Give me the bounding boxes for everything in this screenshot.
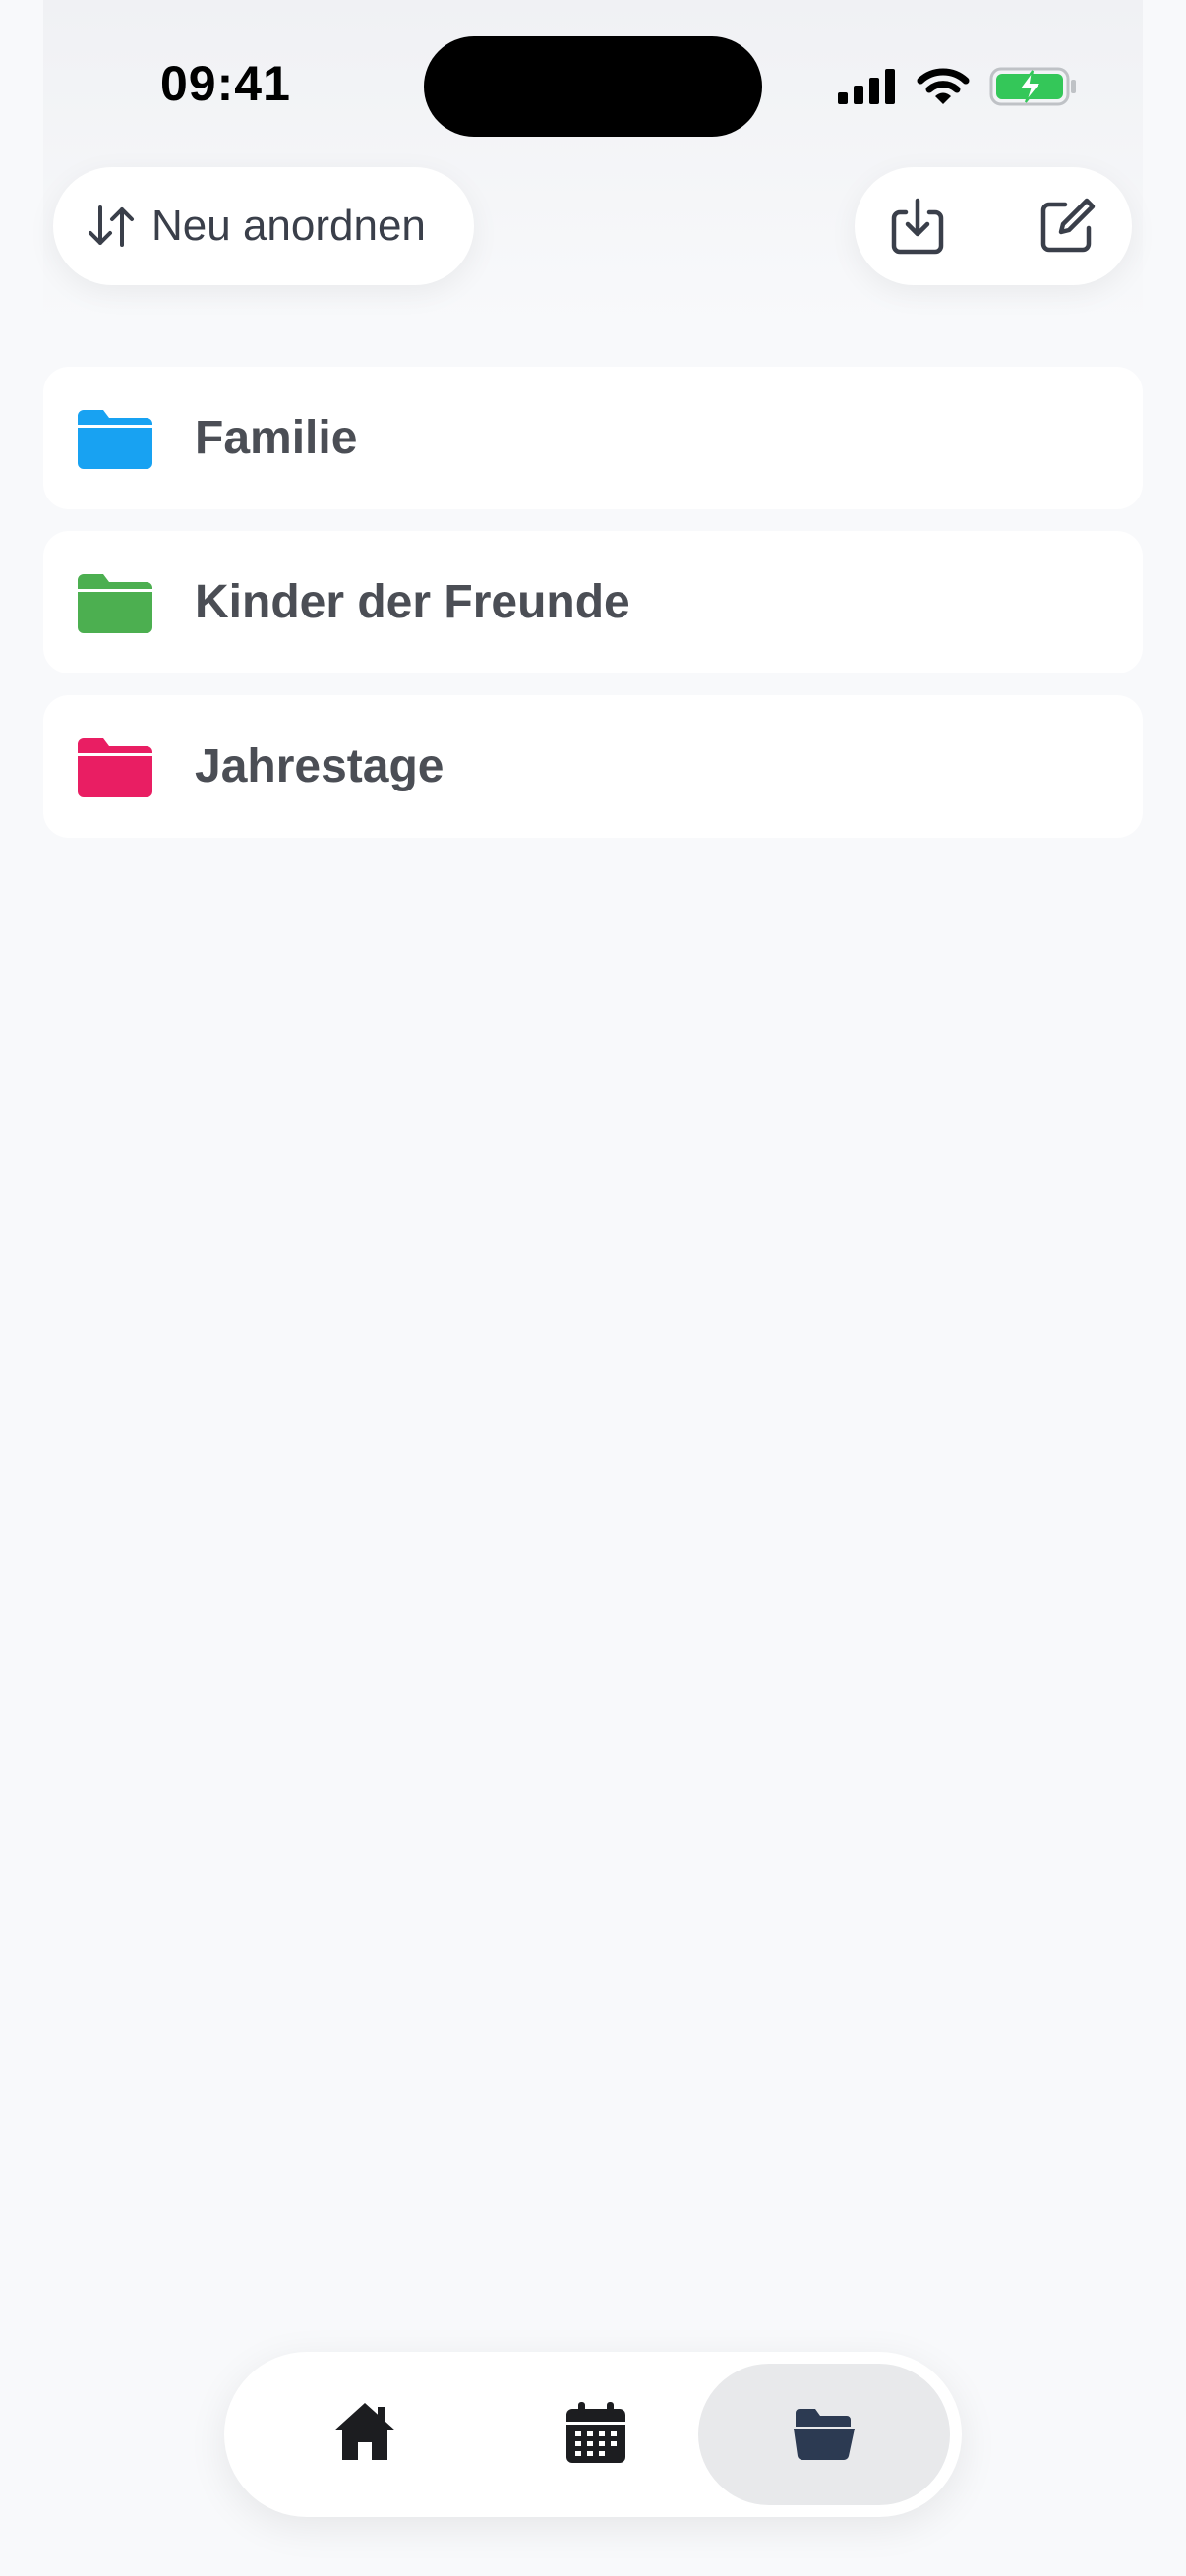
tab-calendar[interactable] xyxy=(467,2364,719,2505)
actions-pill xyxy=(855,167,1132,285)
status-icons xyxy=(838,63,1080,110)
folder-icon xyxy=(78,738,152,797)
reorder-label: Neu anordnen xyxy=(151,202,426,250)
folder-icon xyxy=(78,574,152,633)
reorder-button[interactable]: Neu anordnen xyxy=(53,167,474,285)
folder-label: Familie xyxy=(195,412,358,464)
tab-home[interactable] xyxy=(236,2364,488,2505)
house-icon xyxy=(334,2403,395,2460)
folder-row-familie[interactable]: Familie xyxy=(43,367,1143,509)
status-time: 09:41 xyxy=(160,56,291,111)
download-tray-icon[interactable] xyxy=(886,195,949,258)
cellular-signal-icon xyxy=(838,69,895,104)
folder-label: Kinder der Freunde xyxy=(195,576,630,628)
folder-icon xyxy=(78,410,152,469)
folder-row-kinder-der-freunde[interactable]: Kinder der Freunde xyxy=(43,531,1143,673)
calendar-icon xyxy=(566,2402,625,2463)
folder-row-jahrestage[interactable]: Jahrestage xyxy=(43,695,1143,838)
wifi-icon xyxy=(917,68,970,104)
tab-bar xyxy=(224,2352,962,2517)
sort-arrows-icon xyxy=(89,205,134,247)
folder-label: Jahrestage xyxy=(195,740,445,792)
dynamic-island xyxy=(424,36,762,137)
tab-folders[interactable] xyxy=(698,2364,950,2505)
battery-charging-icon xyxy=(989,67,1076,106)
open-folder-icon xyxy=(794,2409,855,2460)
compose-icon[interactable] xyxy=(1036,195,1098,258)
